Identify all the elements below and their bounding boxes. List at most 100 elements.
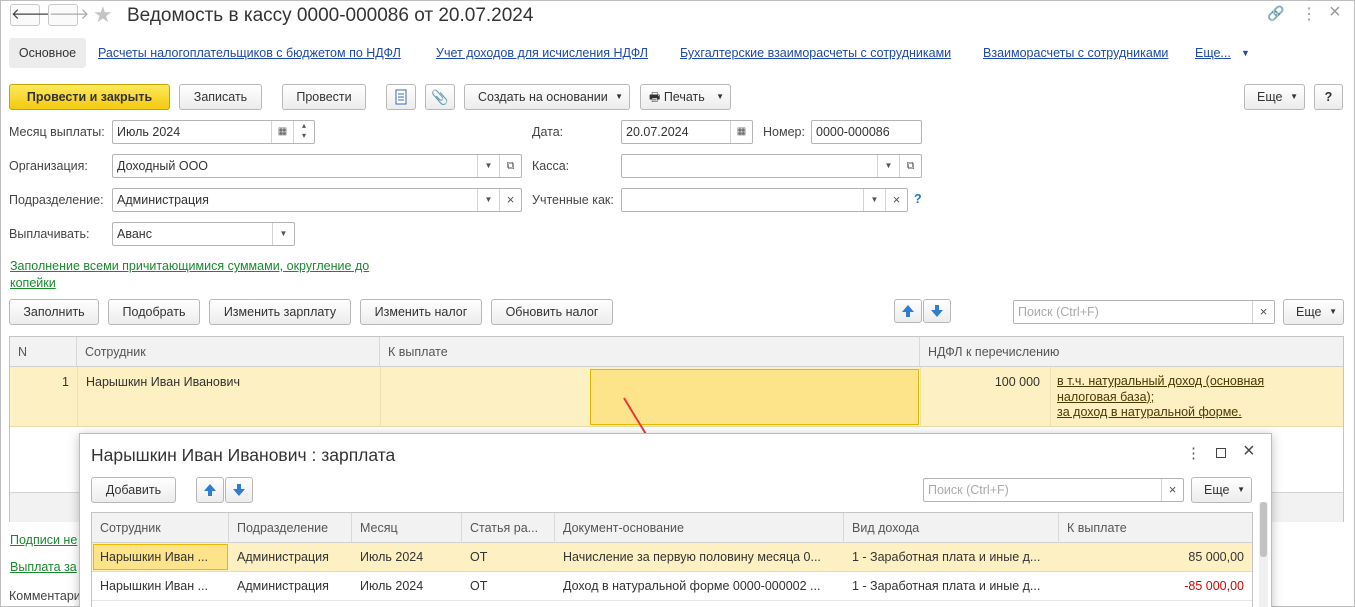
fill-mode-link[interactable]: Заполнение всеми причитающимися суммами,… [10, 258, 400, 292]
maximize-icon[interactable] [1216, 448, 1226, 458]
popup-move-down-button[interactable] [225, 477, 253, 503]
salary-popup: Нарышкин Иван Иванович : зарплата ⋮ × До… [79, 433, 1272, 607]
row-employee: Нарышкин Иван Иванович [86, 375, 241, 389]
column-header-employee[interactable]: Сотрудник [77, 337, 380, 367]
post-button[interactable]: Провести [282, 84, 366, 110]
clear-icon[interactable]: × [885, 189, 907, 211]
save-button[interactable]: Записать [179, 84, 262, 110]
search-input[interactable]: Поиск (Ctrl+F) × [1013, 300, 1275, 324]
tab-ndfl-income[interactable]: Учет доходов для исчисления НДФЛ [436, 46, 648, 60]
column-header-ndfl[interactable]: НДФЛ к перечислению [920, 337, 1343, 367]
table-row[interactable]: Нарышкин Иван ... Администрация Июль 202… [92, 572, 1252, 601]
tab-ndfl-settlements[interactable]: Расчеты налогоплательщиков с бюджетом по… [98, 46, 401, 60]
post-and-close-button[interactable]: Провести и закрыть [9, 84, 170, 110]
open-icon[interactable]: ⧉ [899, 155, 921, 177]
column-header-income-type[interactable]: Вид дохода [844, 513, 1059, 543]
scrollbar-thumb[interactable] [1260, 502, 1267, 557]
menu-dots-icon[interactable]: ⋮ [1301, 4, 1317, 24]
row-amount-negative: -85 000,00 [1184, 579, 1244, 593]
column-header-base-document[interactable]: Документ-основание [555, 513, 844, 543]
row-number: 1 [62, 375, 69, 389]
open-icon[interactable]: ⧉ [499, 155, 521, 177]
paperclip-icon: 📎 [431, 89, 449, 105]
number-field[interactable]: 0000-000086 [811, 120, 922, 144]
create-based-on-button[interactable]: Создать на основании ▼ [464, 84, 630, 110]
popup-close-icon[interactable]: × [1243, 440, 1255, 463]
popup-search-input[interactable]: Поиск (Ctrl+F) × [923, 478, 1184, 502]
table-row[interactable]: 1 Нарышкин Иван Иванович 100 000 в т.ч. … [10, 367, 1343, 427]
month-label: Месяц выплаты: [9, 125, 105, 139]
dropdown-icon[interactable]: ▼ [272, 223, 294, 245]
change-salary-button[interactable]: Изменить зарплату [209, 299, 351, 325]
column-header-employee[interactable]: Сотрудник [92, 513, 229, 543]
popup-move-up-button[interactable] [196, 477, 224, 503]
attach-button[interactable]: 📎 [425, 84, 455, 110]
table-more-button[interactable]: Еще ▼ [1283, 299, 1344, 325]
month-stepper[interactable]: ▴ ▾ [293, 121, 314, 143]
arrow-down-icon [931, 305, 943, 317]
signatures-link[interactable]: Подписи не [10, 532, 77, 549]
counted-as-field[interactable]: ▼ × [621, 188, 908, 212]
update-tax-button[interactable]: Обновить налог [491, 299, 613, 325]
journal-icon [395, 89, 407, 105]
row-department: Администрация [237, 579, 329, 593]
column-header-department[interactable]: Подразделение [229, 513, 352, 543]
table-row[interactable]: Нарышкин Иван ... Администрация Июль 202… [92, 543, 1252, 572]
tab-more-chevron-icon[interactable]: ▼ [1241, 48, 1250, 58]
print-button[interactable]: 🖶 Печать ▼ [640, 84, 731, 110]
help-button[interactable]: ? [1314, 84, 1343, 110]
calendar-icon[interactable]: ▦ [271, 121, 293, 143]
move-down-button[interactable] [923, 299, 951, 323]
tab-main[interactable]: Основное [9, 38, 86, 68]
back-button[interactable]: 🡐 [10, 4, 51, 26]
popup-more-button[interactable]: Еще ▼ [1191, 477, 1252, 503]
select-button[interactable]: Подобрать [108, 299, 200, 325]
tab-accounting-settlements[interactable]: Бухгалтерские взаиморасчеты с сотрудника… [680, 46, 951, 60]
dropdown-icon[interactable]: ▼ [877, 155, 899, 177]
dropdown-icon[interactable]: ▼ [863, 189, 885, 211]
number-label: Номер: [763, 125, 805, 139]
arrow-up-icon [204, 484, 216, 496]
journal-button[interactable] [386, 84, 416, 110]
calendar-icon[interactable]: ▦ [730, 121, 752, 143]
column-header-amount[interactable]: К выплате [1059, 513, 1252, 543]
popup-menu-icon[interactable]: ⋮ [1186, 444, 1201, 462]
dropdown-icon[interactable]: ▼ [477, 155, 499, 177]
chevron-down-icon: ▼ [615, 92, 623, 101]
dropdown-icon[interactable]: ▼ [477, 189, 499, 211]
department-field[interactable]: Администрация ▼ × [112, 188, 522, 212]
clear-search-icon[interactable]: × [1252, 301, 1274, 323]
link-icon[interactable]: 🔗 [1267, 5, 1284, 22]
column-header-article[interactable]: Статья ра... [462, 513, 555, 543]
column-header-month[interactable]: Месяц [352, 513, 462, 543]
fill-mode-link-line1: Заполнение всеми причитающимися суммами,… [10, 259, 370, 273]
more-button[interactable]: Еще ▼ [1244, 84, 1305, 110]
tab-more[interactable]: Еще... [1195, 46, 1231, 60]
clear-search-icon[interactable]: × [1161, 479, 1183, 501]
fill-button[interactable]: Заполнить [9, 299, 99, 325]
close-icon[interactable]: × [1329, 1, 1341, 24]
ndfl-note-link[interactable]: в т.ч. натуральный доход (основная налого… [1057, 374, 1337, 421]
move-up-button[interactable] [894, 299, 922, 323]
organization-field[interactable]: Доходный ООО ▼ ⧉ [112, 154, 522, 178]
popup-title: Нарышкин Иван Иванович : зарплата [91, 445, 396, 465]
organization-value: Доходный ООО [117, 159, 209, 173]
date-field[interactable]: 20.07.2024 ▦ [621, 120, 753, 144]
column-header-n[interactable]: N [10, 337, 77, 367]
star-icon[interactable]: ★ [93, 2, 113, 28]
clear-icon[interactable]: × [499, 189, 521, 211]
scrollbar[interactable] [1259, 502, 1268, 607]
document-window: 🡐 🡒 ★ Ведомость в кассу 0000-000086 от 2… [0, 0, 1355, 607]
fill-mode-link-line2: копейки [10, 276, 56, 290]
tab-employee-settlements[interactable]: Взаиморасчеты с сотрудниками [983, 46, 1168, 60]
forward-button[interactable]: 🡒 [48, 4, 89, 26]
row-department: Администрация [237, 550, 329, 564]
month-field[interactable]: Июль 2024 ▦ ▴ ▾ [112, 120, 315, 144]
column-header-to-pay[interactable]: К выплате [380, 337, 920, 367]
add-button[interactable]: Добавить [91, 477, 176, 503]
payment-link[interactable]: Выплата за [10, 559, 77, 576]
cash-field[interactable]: ▼ ⧉ [621, 154, 922, 178]
change-tax-button[interactable]: Изменить налог [360, 299, 482, 325]
help-icon[interactable]: ? [914, 192, 922, 206]
pay-select[interactable]: Аванс ▼ [112, 222, 295, 246]
